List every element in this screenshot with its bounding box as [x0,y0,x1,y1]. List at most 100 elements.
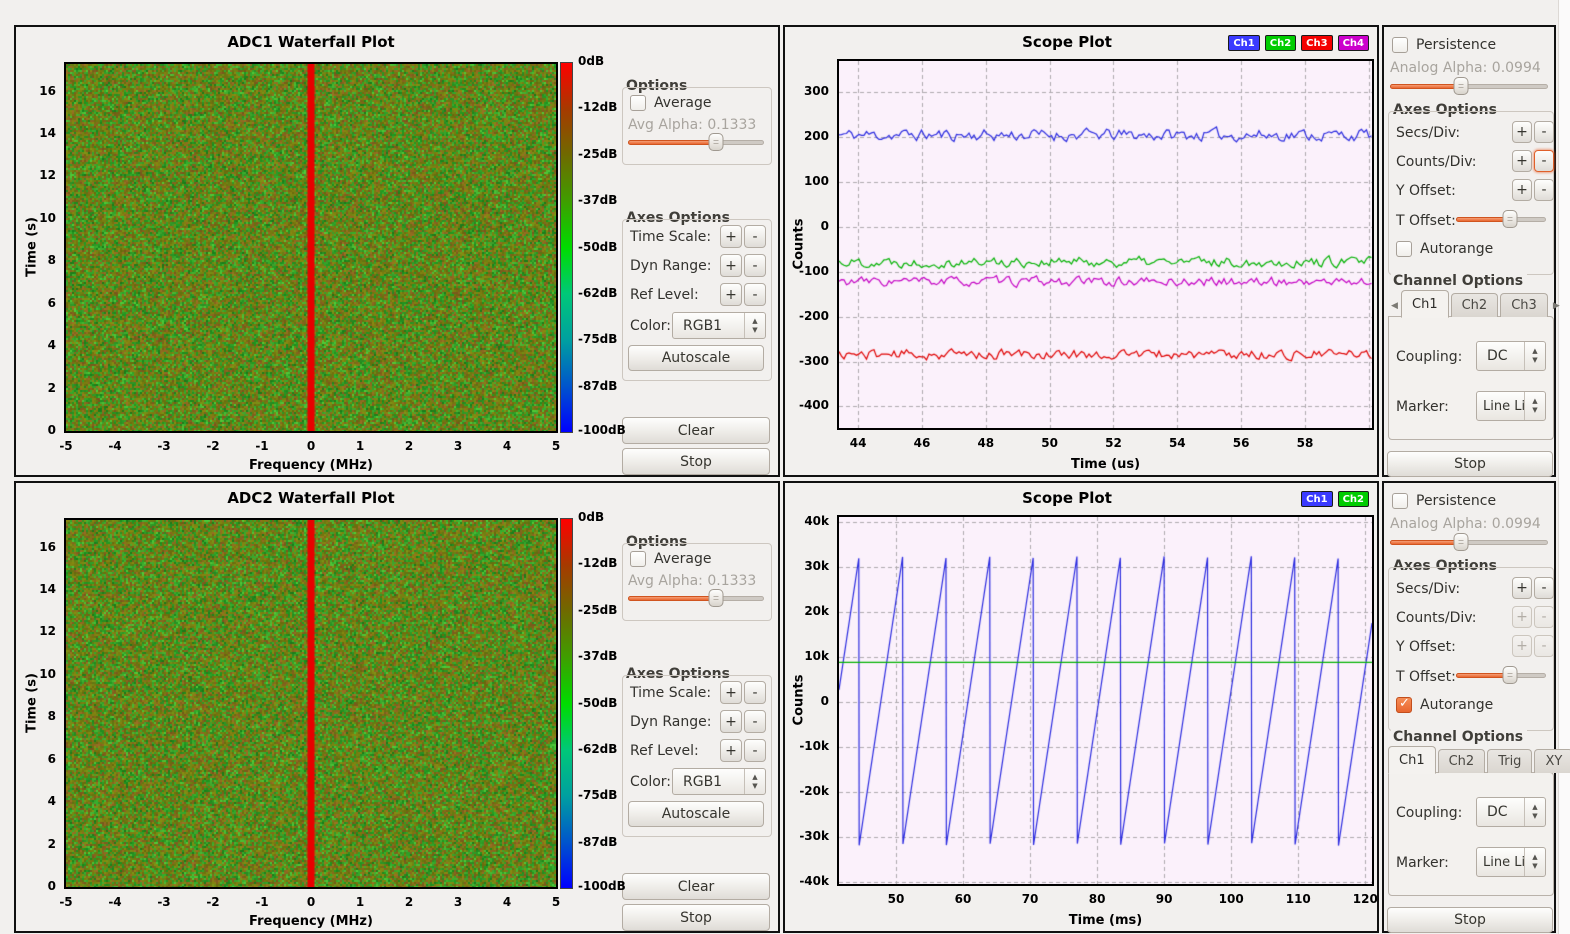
spin-down-icon[interactable]: ▼ [1532,862,1537,871]
spin-up-icon[interactable]: ▲ [752,317,757,326]
y-offset-plus-button[interactable]: + [1512,635,1532,657]
axis-tick: 50 [888,892,905,906]
clear-button[interactable]: Clear [622,873,770,900]
slider-handle[interactable] [1454,533,1469,551]
y-offset-minus-button[interactable]: - [1534,635,1554,657]
spin-down-icon[interactable]: ▼ [1532,356,1537,365]
average-checkbox[interactable]: ✓ [630,95,646,111]
spin-up-icon[interactable]: ▲ [1532,347,1537,356]
autorange-checkbox-row[interactable]: ✓ Autorange [1396,241,1493,257]
analog-alpha-label: Analog Alpha: 0.0994 [1390,516,1541,532]
slider-handle[interactable] [1454,77,1469,95]
counts-div-minus-button[interactable]: - [1534,606,1554,628]
autoscale-button[interactable]: Autoscale [628,345,764,371]
dyn-range-minus-button[interactable]: - [744,710,766,733]
autoscale-button[interactable]: Autoscale [628,801,764,827]
persistence-checkbox[interactable]: ✓ [1392,37,1408,53]
stop-button[interactable]: Stop [622,904,770,931]
dyn-range-plus-button[interactable]: + [720,254,742,277]
waterfall-plot-area[interactable] [64,518,558,889]
scope-plot-area[interactable] [837,515,1374,886]
persistence-checkbox[interactable]: ✓ [1392,493,1408,509]
t-offset-slider[interactable] [1456,666,1546,684]
counts-div-plus-button[interactable]: + [1512,606,1532,628]
slider-handle[interactable] [709,133,724,151]
axis-tick: 40k [787,514,829,528]
scope-plot-area[interactable] [837,59,1374,430]
axis-tick: -100 [787,264,829,278]
tab-scroll-left-icon[interactable]: ◀ [1388,295,1401,317]
coupling-select[interactable]: DC ▲▼ [1476,341,1546,371]
dyn-range-minus-button[interactable]: - [744,254,766,277]
persistence-checkbox-row[interactable]: ✓ Persistence [1392,493,1496,509]
time-scale-minus-button[interactable]: - [744,225,766,248]
axis-tick: 4 [503,439,511,453]
tab-trig[interactable]: Trig [1487,749,1532,773]
time-scale-minus-button[interactable]: - [744,681,766,704]
autorange-checkbox[interactable]: ✓ [1396,241,1412,257]
autorange-checkbox[interactable]: ✓ [1396,697,1412,713]
coupling-select[interactable]: DC ▲▼ [1476,797,1546,827]
spin-down-icon[interactable]: ▼ [752,326,757,335]
stop-button[interactable]: Stop [1387,907,1553,933]
t-offset-slider[interactable] [1456,210,1546,228]
y-offset-plus-button[interactable]: + [1512,179,1532,201]
autorange-checkbox-row[interactable]: ✓ Autorange [1396,697,1493,713]
average-checkbox-row[interactable]: ✓ Average [630,551,712,567]
time-scale-plus-button[interactable]: + [720,225,742,248]
spin-down-icon[interactable]: ▼ [1532,406,1537,415]
ref-level-minus-button[interactable]: - [744,739,766,762]
color-select[interactable]: RGB1 ▲▼ [672,312,766,339]
time-scale-plus-button[interactable]: + [720,681,742,704]
tab-ch2[interactable]: Ch2 [1451,293,1499,317]
marker-select[interactable]: Line Link ▲▼ [1476,847,1546,877]
tab-ch3[interactable]: Ch3 [1500,293,1548,317]
x-axis-label: Time (us) [837,457,1374,472]
analog-alpha-slider[interactable] [1390,533,1548,551]
tab-xy[interactable]: XY [1534,749,1570,773]
stop-button[interactable]: Stop [622,448,770,475]
ref-level-plus-button[interactable]: + [720,283,742,306]
counts-div-minus-button[interactable]: - [1534,150,1554,172]
waterfall-canvas[interactable] [66,64,556,431]
average-checkbox[interactable]: ✓ [630,551,646,567]
slider-handle[interactable] [709,589,724,607]
spin-up-icon[interactable]: ▲ [1532,803,1537,812]
ref-level-minus-button[interactable]: - [744,283,766,306]
ref-level-plus-button[interactable]: + [720,739,742,762]
avg-alpha-slider[interactable] [628,589,764,607]
spin-up-icon[interactable]: ▲ [1532,853,1537,862]
secs-div-minus-button[interactable]: - [1534,121,1554,143]
y-offset-minus-button[interactable]: - [1534,179,1554,201]
spin-up-icon[interactable]: ▲ [1532,397,1537,406]
clear-button[interactable]: Clear [622,417,770,444]
counts-div-plus-button[interactable]: + [1512,150,1532,172]
spin-down-icon[interactable]: ▼ [752,782,757,791]
marker-select[interactable]: Line Link ▲▼ [1476,391,1546,421]
tab-ch1[interactable]: Ch1 [1388,746,1436,774]
scope-canvas[interactable] [839,517,1372,884]
axis-tick: 12 [18,168,56,182]
spin-up-icon[interactable]: ▲ [752,773,757,782]
tab-ch2[interactable]: Ch2 [1438,749,1486,773]
secs-div-minus-button[interactable]: - [1534,577,1554,599]
axis-tick: -1 [255,895,268,909]
y-axis-label: Time (s) [25,217,40,277]
stop-button[interactable]: Stop [1387,451,1553,477]
slider-handle[interactable] [1503,210,1518,228]
dyn-range-plus-button[interactable]: + [720,710,742,733]
waterfall-canvas[interactable] [66,520,556,887]
tab-scroll-right-icon[interactable]: ▶ [1550,295,1563,317]
secs-div-plus-button[interactable]: + [1512,577,1532,599]
average-checkbox-row[interactable]: ✓ Average [630,95,712,111]
tab-ch1[interactable]: Ch1 [1401,290,1449,318]
scope-canvas[interactable] [839,61,1372,428]
analog-alpha-slider[interactable] [1390,77,1548,95]
secs-div-plus-button[interactable]: + [1512,121,1532,143]
color-select[interactable]: RGB1 ▲▼ [672,768,766,795]
spin-down-icon[interactable]: ▼ [1532,812,1537,821]
slider-handle[interactable] [1503,666,1518,684]
waterfall-plot-area[interactable] [64,62,558,433]
avg-alpha-slider[interactable] [628,133,764,151]
persistence-checkbox-row[interactable]: ✓ Persistence [1392,37,1496,53]
